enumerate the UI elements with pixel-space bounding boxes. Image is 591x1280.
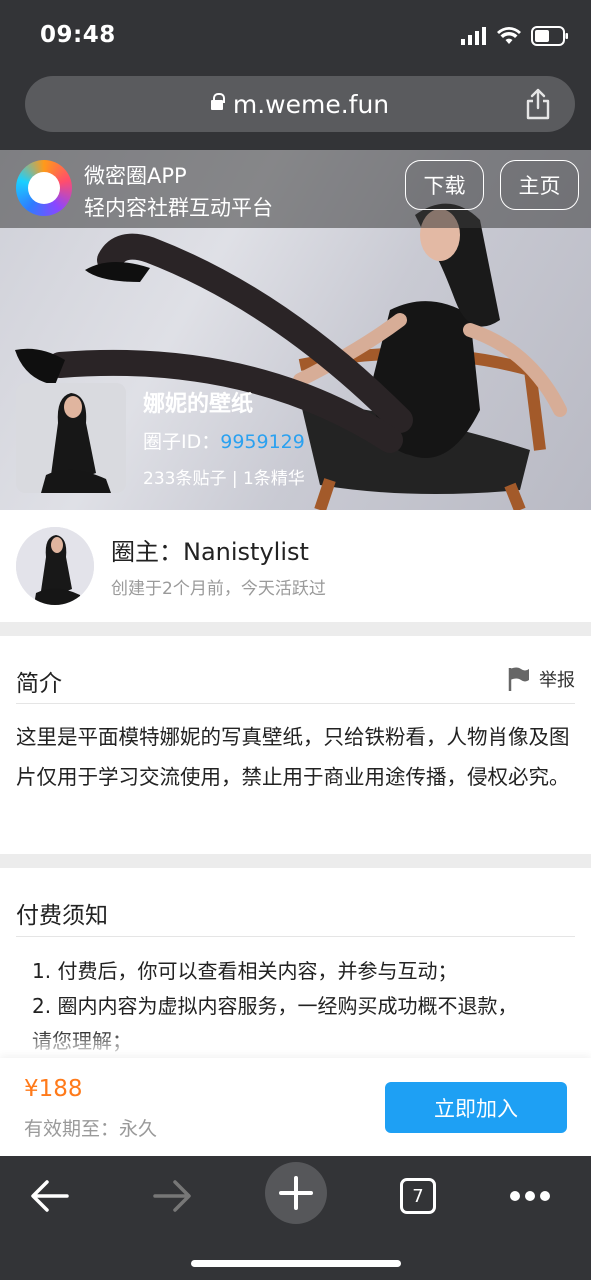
circle-cover-image xyxy=(16,383,126,493)
report-label: 举报 xyxy=(539,670,575,691)
url-text: m.weme.fun xyxy=(232,90,390,119)
notice-divider xyxy=(16,936,575,937)
share-icon[interactable] xyxy=(523,88,553,120)
browser-top-bar: 09:48 m.weme.fun xyxy=(0,0,591,150)
status-time: 09:48 xyxy=(40,22,116,48)
more-menu-button[interactable] xyxy=(500,1166,560,1226)
app-name: 微密圈APP xyxy=(84,164,187,188)
flag-icon xyxy=(508,667,529,691)
section-divider xyxy=(0,854,591,868)
purchase-bar: ¥188 有效期至：永久 立即加入 xyxy=(0,1058,591,1156)
home-button[interactable]: 主页 xyxy=(500,160,579,210)
notice-item: 1. 付费后，你可以查看相关内容，并参与互动； xyxy=(32,959,458,983)
owner-avatar-image xyxy=(16,527,94,605)
wifi-icon xyxy=(497,27,521,44)
status-icons xyxy=(461,24,569,48)
weme-logo-icon xyxy=(16,160,72,216)
circle-stats: 233条贴子 | 1条精华 xyxy=(143,469,305,489)
more-icon xyxy=(510,1191,550,1201)
payment-notice-section: 付费须知 1. 付费后，你可以查看相关内容，并参与互动； 2. 圈内内容为虚拟内… xyxy=(0,868,591,1058)
circle-name: 娜妮的壁纸 xyxy=(143,392,254,417)
download-button[interactable]: 下载 xyxy=(405,160,484,210)
tab-count: 7 xyxy=(412,1185,424,1207)
owner-name: 圈主：Nanistylist xyxy=(111,538,309,566)
report-button[interactable]: 举报 xyxy=(507,666,575,692)
circle-cover-thumbnail[interactable] xyxy=(16,383,126,493)
owner-avatar[interactable] xyxy=(16,527,94,605)
browser-toolbar: 7 xyxy=(0,1156,591,1280)
intro-section: 简介 举报 这里是平面模特娜妮的写真壁纸，只给铁粉看，人物肖像及图片仅用于学习交… xyxy=(0,636,591,854)
url-display[interactable]: m.weme.fun xyxy=(25,90,575,119)
home-indicator xyxy=(191,1260,401,1267)
price: ¥188 xyxy=(24,1076,83,1102)
circle-id-row: 圈子ID：9959129 xyxy=(143,427,305,454)
back-arrow-icon xyxy=(31,1180,69,1212)
plus-icon xyxy=(279,1176,313,1210)
join-now-button[interactable]: 立即加入 xyxy=(385,1082,567,1133)
owner-activity: 创建于2个月前，今天活跃过 xyxy=(111,579,326,599)
address-bar[interactable]: m.weme.fun xyxy=(25,76,575,132)
lock-icon xyxy=(210,93,225,112)
circle-id-label: 圈子ID： xyxy=(143,431,221,453)
battery-icon xyxy=(531,26,568,46)
intro-title: 简介 xyxy=(16,671,62,697)
intro-divider xyxy=(16,703,575,704)
circle-hero: 微密圈APP 轻内容社群互动平台 下载 主页 娜妮的壁纸 圈子ID：995912… xyxy=(0,150,591,510)
tabs-count-icon: 7 xyxy=(400,1178,436,1214)
intro-text: 这里是平面模特娜妮的写真壁纸，只给铁粉看，人物肖像及图片仅用于学习交流使用，禁止… xyxy=(16,725,570,789)
content-fade xyxy=(0,1030,591,1058)
app-download-banner: 微密圈APP 轻内容社群互动平台 下载 主页 xyxy=(0,150,591,228)
app-slogan: 轻内容社群互动平台 xyxy=(84,196,273,220)
tabs-button[interactable]: 7 xyxy=(388,1166,448,1226)
circle-id[interactable]: 9959129 xyxy=(220,431,305,453)
owner-card[interactable]: 圈主：Nanistylist 创建于2个月前，今天活跃过 xyxy=(0,510,591,622)
notice-title: 付费须知 xyxy=(16,903,108,929)
validity: 有效期至：永久 xyxy=(24,1118,158,1140)
forward-arrow-icon xyxy=(153,1180,191,1212)
new-tab-button[interactable] xyxy=(265,1162,327,1224)
forward-button[interactable] xyxy=(142,1166,202,1226)
back-button[interactable] xyxy=(20,1166,80,1226)
section-divider xyxy=(0,622,591,636)
signal-icon xyxy=(461,27,486,45)
